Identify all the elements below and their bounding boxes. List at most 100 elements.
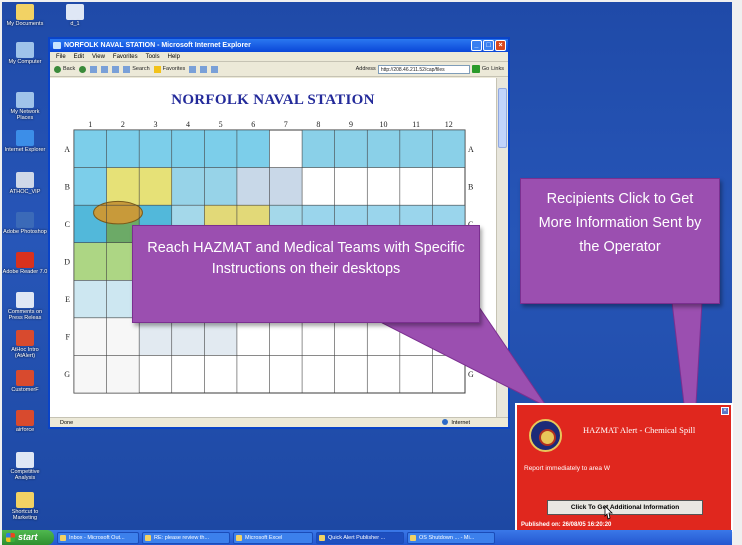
taskbar-item-os-shutdown[interactable]: OS Shutdown ... - Mi... <box>407 531 495 544</box>
back-button[interactable]: Back <box>54 65 75 73</box>
map-row-label: B <box>65 182 70 191</box>
maximize-button[interactable]: □ <box>483 40 494 51</box>
menu-help[interactable]: Help <box>168 52 180 61</box>
map-stadium <box>93 200 143 225</box>
map-row-label: A <box>468 145 474 154</box>
map-column-label: 12 <box>445 120 453 129</box>
ie-icon <box>16 130 34 146</box>
forward-button[interactable] <box>79 65 87 73</box>
map-row-label: A <box>64 145 70 154</box>
desktop-icon[interactable]: My Documents <box>2 4 48 27</box>
links-label[interactable]: Links <box>491 66 504 72</box>
go-icon[interactable] <box>471 65 480 73</box>
scroll-thumb[interactable] <box>498 88 507 148</box>
desktop-icon-label: Internet Explorer <box>4 147 46 153</box>
desktop-icon[interactable]: AtHoc Intro (AtAlert) <box>2 330 48 359</box>
document-icon <box>16 410 34 426</box>
folder-icon <box>16 492 34 508</box>
desktop-icon[interactable]: Internet Explorer <box>2 130 48 153</box>
desktop-icon[interactable]: Shortcut to Marketing <box>2 492 48 521</box>
desktop-icon[interactable]: My Network Places <box>2 92 48 121</box>
stop-button[interactable] <box>90 65 98 73</box>
hazmat-alert-popup: × HAZMAT Alert - Chemical Spill Report i… <box>515 403 733 532</box>
desktop-icon[interactable]: Competitive Analysis <box>2 452 48 481</box>
desktop-icon-label: My Computer <box>8 59 42 65</box>
desktop-icon[interactable]: airforce <box>2 410 48 433</box>
file-icon <box>66 4 84 20</box>
taskbar-item-re-review[interactable]: RE: please review th... <box>142 531 230 544</box>
ie-title-bar[interactable]: NORFOLK NAVAL STATION - Microsoft Intern… <box>50 39 508 52</box>
computer-icon <box>16 42 34 58</box>
mail-button[interactable] <box>200 65 208 73</box>
address-input[interactable]: http://208.46.211.52/cap/files <box>377 64 470 74</box>
map-column-label: 5 <box>219 120 223 129</box>
refresh-icon <box>101 65 109 73</box>
desktop-icon-label: CustomerF <box>11 387 39 393</box>
map-column-label: 7 <box>284 120 288 129</box>
media-button[interactable] <box>189 65 197 73</box>
map-column-label: 10 <box>380 120 388 129</box>
menu-file[interactable]: File <box>56 52 66 61</box>
network-icon <box>16 92 34 108</box>
desktop-icon[interactable]: d_1 <box>52 4 98 27</box>
minimize-button[interactable]: _ <box>471 40 482 51</box>
menu-favorites[interactable]: Favorites <box>113 52 138 61</box>
menu-edit[interactable]: Edit <box>74 52 84 61</box>
go-label[interactable]: Go <box>482 66 489 72</box>
document-icon <box>16 292 34 308</box>
alert-title: HAZMAT Alert - Chemical Spill <box>583 425 696 435</box>
search-label: Search <box>132 66 150 72</box>
desktop-icon-label: airforce <box>15 427 35 433</box>
desktop-icon-label: Adobe Photoshop <box>3 229 47 235</box>
map-area <box>139 317 237 356</box>
print-icon <box>211 65 219 73</box>
desktop-icon[interactable]: Adobe Reader 7.0 <box>2 252 48 275</box>
ie-icon <box>53 42 61 49</box>
desktop-icon[interactable]: CustomerF <box>2 370 48 393</box>
folder-icon <box>16 4 34 20</box>
taskbar-item-inbox[interactable]: Inbox - Microsoft Out... <box>57 531 139 544</box>
map-column-label: 3 <box>153 120 157 129</box>
search-icon <box>123 65 131 73</box>
get-additional-info-button[interactable]: Click To Get Additional Information <box>547 500 703 515</box>
alert-close-icon[interactable]: × <box>721 407 729 415</box>
alert-message: Report immediately to area W <box>524 465 610 472</box>
map-row-label: F <box>468 333 473 342</box>
home-button[interactable] <box>112 65 120 73</box>
desktop-icon[interactable]: Adobe Photoshop <box>2 212 48 235</box>
map-column-label: 4 <box>186 120 190 129</box>
map-row-label: G <box>468 370 474 379</box>
map-row-label: B <box>468 182 473 191</box>
close-button[interactable]: × <box>495 40 506 51</box>
desktop-icon[interactable]: ATHOC_VIP <box>2 172 48 195</box>
window-controls: _ □ × <box>471 40 506 51</box>
map-column-label: 11 <box>412 120 420 129</box>
security-zone: Internet <box>442 418 470 428</box>
taskbar: start Inbox - Microsoft Out... RE: pleas… <box>2 530 732 545</box>
refresh-button[interactable] <box>101 65 109 73</box>
desktop-icon-label: ATHOC_VIP <box>9 189 41 195</box>
desktop-icon-label: Shortcut to Marketing <box>11 509 39 521</box>
screenshot-frame: My Documents d_1 My Computer My Network Pla… <box>0 0 742 545</box>
callout-hazmat-text: Reach HAZMAT and Medical Teams with Spec… <box>147 240 465 277</box>
map-row-label: E <box>65 295 70 304</box>
media-icon <box>189 65 197 73</box>
map-row-label: C <box>65 220 70 229</box>
desktop-icon[interactable]: Comments on Press Releas <box>2 292 48 321</box>
taskbar-item-quick-alert[interactable]: Quick Alert Publisher ... <box>316 531 404 544</box>
desktop-icon-label: My Documents <box>6 21 44 27</box>
vertical-scrollbar[interactable] <box>496 78 508 417</box>
desktop-icon[interactable]: My Computer <box>2 42 48 65</box>
map-column-label: 1 <box>88 120 92 129</box>
favorites-button[interactable]: Favorites <box>153 65 185 73</box>
start-button[interactable]: start <box>2 530 54 545</box>
print-button[interactable] <box>211 65 219 73</box>
taskbar-item-excel[interactable]: Microsoft Excel <box>233 531 313 544</box>
alert-published-date: Published on: 26/08/05 16:20:20 <box>521 522 612 528</box>
document-icon <box>16 452 34 468</box>
desktop-icon-label: Competitive Analysis <box>10 469 40 481</box>
menu-tools[interactable]: Tools <box>146 52 160 61</box>
menu-view[interactable]: View <box>92 52 105 61</box>
desktop-icon-label: d_1 <box>70 21 80 27</box>
search-button[interactable]: Search <box>123 65 150 73</box>
